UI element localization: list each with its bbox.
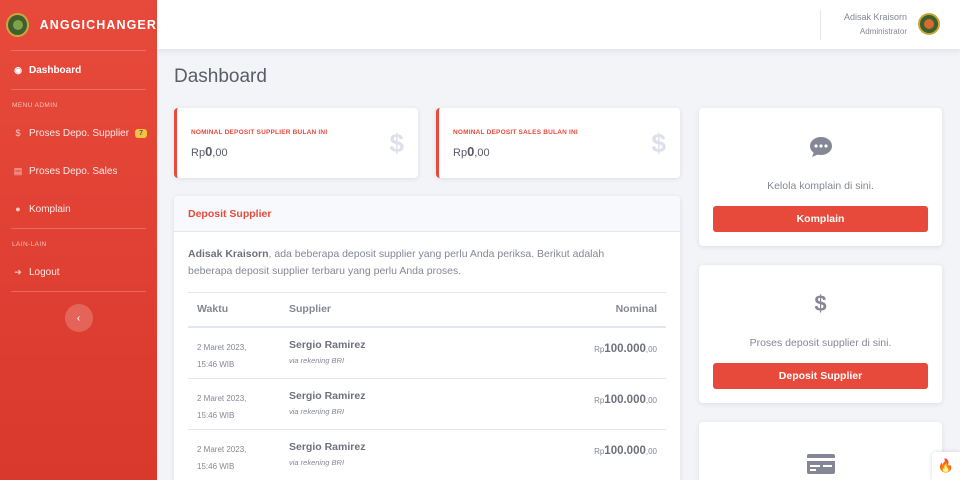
row-supplier: Sergio Ramirez [289,441,366,453]
row-currency: Rp [594,447,605,456]
stat-value: Rp0,00 [453,144,490,159]
deposit-supplier-action-card: $ Proses deposit supplier di sini. Depos… [699,265,942,403]
row-supplier: Sergio Ramirez [289,338,366,351]
row-amount: 100.000 [604,445,646,457]
row-decimal: ,00 [645,447,657,456]
sidebar-item-label: Dashboard [29,64,82,76]
cell-supplier: Sergio Ramirez via rekening BRI [280,429,479,480]
stat-label: NOMINAL DEPOSIT SUPPLIER BULAN INI [191,129,328,136]
stat-label: NOMINAL DEPOSIT SALES BULAN INI [453,129,578,136]
row-currency: Rp [594,344,605,354]
komplain-button[interactable]: Komplain [713,206,928,232]
dollar-icon: $ [389,128,404,158]
card-text: Proses deposit supplier di sini. [749,337,892,349]
user-name[interactable]: Adisak Kraisorn [844,12,907,22]
row-date: 2 Maret 2023, [197,393,247,403]
sidebar-item-komplain[interactable]: ● Komplain [0,190,157,228]
sidebar-heading-other: LAIN-LAIN [12,241,47,248]
row-via: via rekening BRI [289,406,345,416]
table-row[interactable]: 2 Maret 2023, 15:46 WIB Sergio Ramirez via… [188,429,666,480]
card-title: Deposit Supplier [174,196,680,232]
sidebar-item-label: Logout [29,266,60,278]
row-supplier: Sergio Ramirez [289,389,366,402]
sidebar-item-label: Komplain [29,203,71,215]
table-header-row: Waktu Supplier Nominal [188,292,666,328]
cell-nominal: Rp100.000,00 [478,429,666,480]
sidebar-heading-admin: MENU ADMIN [12,102,58,109]
avatar[interactable] [918,13,940,35]
column-header[interactable]: Waktu [188,292,280,328]
sidebar-toggle-button[interactable]: ‹ [64,304,93,332]
cell-nominal: Rp100.000,00 [478,378,666,430]
brand[interactable]: ANGGICHANGER [0,0,157,50]
row-time: 15:46 WIB [197,462,235,471]
fire-icon[interactable]: 🔥 [932,452,960,480]
cell-supplier: Sergio Ramirez via rekening BRI [280,326,479,379]
dollar-icon: $ [15,128,21,138]
row-decimal: ,00 [645,344,657,354]
sidebar-divider [11,291,146,292]
comment-icon: ● [15,204,21,214]
notification-badge: 7 [135,128,147,138]
page-title: Dashboard [174,66,267,87]
stat-currency: Rp [191,147,206,159]
sidebar-item-label: Proses Depo. Supplier [29,127,130,139]
card-intro: Adisak Kraisorn, ada beberapa deposit su… [188,246,648,280]
deposit-supplier-button[interactable]: Deposit Supplier [713,363,928,389]
brand-logo [6,13,29,37]
stat-card-supplier: NOMINAL DEPOSIT SUPPLIER BULAN INI Rp0,0… [174,108,418,178]
row-via: via rekening BRI [289,355,345,365]
sidebar-item-proses-depo-supplier[interactable]: $ Proses Depo. Supplier 7 [0,114,157,152]
intro-name: Adisak Kraisorn [188,248,269,260]
row-date: 2 Maret 2023, [197,445,247,454]
row-amount: 100.000 [604,342,646,355]
dollar-icon: $ [651,128,666,158]
card-icon: ▤ [13,165,23,176]
dashboard-icon: ◉ [14,64,22,75]
sidebar-item-label: Proses Depo. Sales [29,165,118,177]
stat-currency: Rp [453,147,468,159]
cell-nominal: Rp100.000,00 [478,326,666,379]
sidebar: ANGGICHANGER ◉ Dashboard MENU ADMIN $ Pr… [0,0,157,480]
topbar: Adisak Kraisorn Administrator [157,0,960,49]
row-currency: Rp [594,395,605,405]
cell-time: 2 Maret 2023, 15:46 WIB [188,326,280,379]
row-decimal: ,00 [645,395,657,405]
stat-decimal: ,00 [474,147,490,159]
column-header[interactable]: Nominal [478,292,666,328]
sidebar-item-proses-depo-sales[interactable]: ▤ Proses Depo. Sales [0,152,157,190]
row-date: 2 Maret 2023, [197,342,247,352]
card-text: Kelola komplain di sini. [767,180,874,192]
komplain-card: Kelola komplain di sini. Komplain [699,108,942,246]
deposit-table: Waktu Supplier Nominal 2 Maret 2023, 15:4… [188,292,666,480]
stat-value: Rp0,00 [191,144,228,159]
row-via: via rekening BRI [289,458,345,467]
comment-icon [699,136,942,164]
row-time: 15:46 WIB [197,359,235,369]
cell-time: 2 Maret 2023, 15:46 WIB [188,378,280,430]
stat-decimal: ,00 [212,147,228,159]
sidebar-item-dashboard[interactable]: ◉ Dashboard [0,51,157,89]
sales-action-card [699,422,942,480]
card-icon [699,454,942,479]
table-row[interactable]: 2 Maret 2023, 15:46 WIB Sergio Ramirez via… [188,326,666,379]
cell-time: 2 Maret 2023, 15:46 WIB [188,429,280,480]
row-amount: 100.000 [604,393,646,406]
logout-icon: ➜ [14,266,22,277]
column-header[interactable]: Supplier [280,292,479,328]
cell-supplier: Sergio Ramirez via rekening BRI [280,378,479,430]
stat-card-sales: NOMINAL DEPOSIT SALES BULAN INI Rp0,00 $ [436,108,680,178]
dollar-icon: $ [814,291,827,316]
brand-name: ANGGICHANGER [39,18,157,32]
user-role: Administrator [859,27,907,36]
sidebar-item-logout[interactable]: ➜ Logout [0,253,157,291]
topbar-divider [820,10,821,40]
row-time: 15:46 WIB [197,410,235,420]
deposit-supplier-card: Deposit Supplier Adisak Kraisorn, ada be… [174,196,680,480]
table-row[interactable]: 2 Maret 2023, 15:46 WIB Sergio Ramirez via… [188,378,666,430]
chevron-left-icon: ‹ [76,312,81,324]
